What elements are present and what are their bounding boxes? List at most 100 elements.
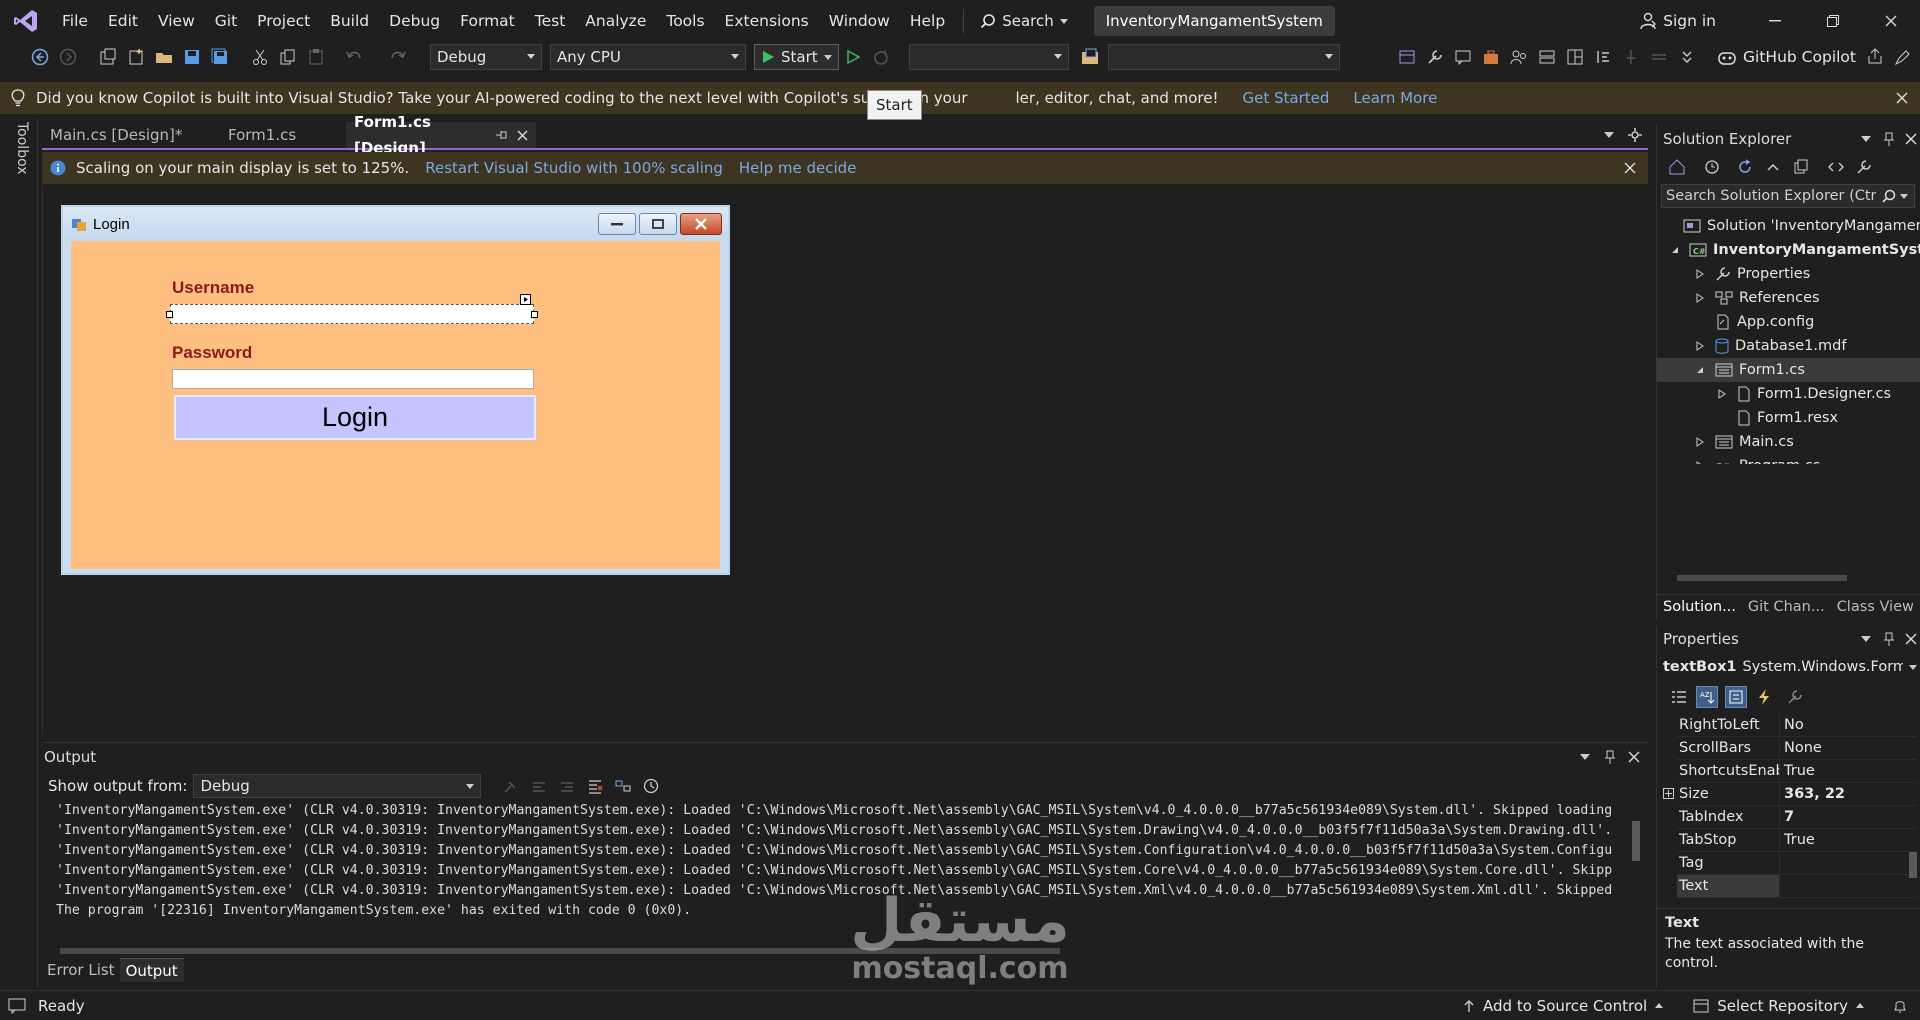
menu-format[interactable]: Format bbox=[450, 6, 525, 36]
events-lightning-icon[interactable] bbox=[1753, 686, 1775, 708]
sync-icon[interactable] bbox=[1734, 156, 1756, 178]
collapsed-arrow-icon[interactable] bbox=[1715, 387, 1729, 401]
menu-window[interactable]: Window bbox=[819, 6, 900, 36]
paste-icon[interactable] bbox=[305, 46, 327, 68]
undo-icon[interactable] bbox=[343, 46, 365, 68]
collapsed-arrow-icon[interactable] bbox=[1693, 435, 1707, 449]
server-icon[interactable] bbox=[1536, 46, 1558, 68]
tree-item-form1-cs[interactable]: Form1.cs bbox=[1657, 358, 1920, 382]
save-all-icon[interactable] bbox=[209, 46, 231, 68]
target-select[interactable] bbox=[1107, 44, 1340, 70]
tab-solution-explorer[interactable]: Solution... bbox=[1657, 599, 1742, 615]
close-window-button[interactable] bbox=[1862, 0, 1920, 42]
settings-gear-icon[interactable] bbox=[1628, 128, 1642, 142]
close-infobar-icon[interactable] bbox=[1896, 92, 1908, 104]
solution-search-box[interactable]: Search Solution Explorer (Ctrl+ bbox=[1661, 184, 1915, 208]
property-row-selected[interactable]: Text bbox=[1677, 875, 1917, 898]
visual-studio-logo-icon[interactable] bbox=[0, 0, 52, 42]
menu-help[interactable]: Help bbox=[900, 6, 955, 36]
toolbox-icon[interactable] bbox=[1480, 46, 1502, 68]
tree-item-project[interactable]: C# InventoryMangamentSyste bbox=[1657, 238, 1920, 262]
tab-main-design[interactable]: Main.cs [Design]* bbox=[42, 122, 218, 148]
team-icon[interactable] bbox=[1508, 46, 1530, 68]
menu-project[interactable]: Project bbox=[247, 6, 320, 36]
get-started-link[interactable]: Get Started bbox=[1243, 89, 1330, 107]
tab-output[interactable]: Output bbox=[119, 958, 184, 982]
tree-item-program-cs[interactable]: C# Program.cs bbox=[1657, 454, 1920, 464]
property-row[interactable]: TabIndex 7 bbox=[1677, 806, 1917, 829]
tree-item-solution[interactable]: Solution 'InventoryMangamentS bbox=[1657, 214, 1920, 238]
restore-button[interactable] bbox=[1804, 0, 1862, 42]
view-code-icon[interactable] bbox=[1825, 156, 1847, 178]
login-button[interactable]: Login bbox=[174, 395, 536, 440]
tab-overflow-icon[interactable] bbox=[1604, 132, 1614, 138]
output-close-icon[interactable] bbox=[1628, 751, 1640, 763]
menu-file[interactable]: File bbox=[52, 6, 98, 36]
se-dropdown-icon[interactable] bbox=[1861, 136, 1871, 142]
browse-icon[interactable] bbox=[1079, 46, 1101, 68]
username-textbox[interactable] bbox=[170, 304, 534, 324]
notification-bell-icon[interactable] bbox=[1892, 998, 1908, 1014]
property-value[interactable]: None bbox=[1780, 737, 1822, 759]
tab-git-changes[interactable]: Git Chan... bbox=[1742, 599, 1831, 615]
show-all-files-icon[interactable] bbox=[1790, 156, 1812, 178]
open-folder-icon[interactable] bbox=[153, 46, 175, 68]
previous-message-icon[interactable] bbox=[528, 775, 550, 797]
props-close-icon[interactable] bbox=[1905, 633, 1917, 645]
tree-item-database[interactable]: Database1.mdf bbox=[1657, 334, 1920, 358]
expanded-arrow-icon[interactable] bbox=[1671, 243, 1679, 257]
categorized-icon[interactable] bbox=[1668, 686, 1690, 708]
output-pin-icon[interactable] bbox=[1604, 750, 1616, 764]
menu-view[interactable]: View bbox=[148, 6, 205, 36]
search-button[interactable]: Search bbox=[972, 6, 1076, 36]
output-vertical-scrollbar[interactable] bbox=[1630, 805, 1642, 925]
property-row[interactable]: Size 363, 22 bbox=[1677, 783, 1917, 806]
tree-item-properties[interactable]: Properties bbox=[1657, 262, 1920, 286]
restart-scaling-link[interactable]: Restart Visual Studio with 100% scaling bbox=[425, 159, 723, 177]
expanded-arrow-icon[interactable] bbox=[1693, 363, 1707, 377]
menu-build[interactable]: Build bbox=[320, 6, 379, 36]
spacing-icon[interactable] bbox=[1648, 46, 1670, 68]
close-tab-icon[interactable] bbox=[517, 130, 528, 141]
layout-icon[interactable] bbox=[1396, 46, 1418, 68]
wrench-icon[interactable] bbox=[1424, 46, 1446, 68]
word-wrap-icon[interactable] bbox=[612, 775, 634, 797]
props-pin-icon[interactable] bbox=[1883, 632, 1895, 646]
window-layout-icon[interactable] bbox=[1564, 46, 1586, 68]
tab-form1-cs[interactable]: Form1.cs bbox=[220, 122, 346, 148]
collapsed-arrow-icon[interactable] bbox=[1693, 339, 1707, 353]
alphabetical-icon[interactable]: AZ bbox=[1696, 686, 1718, 708]
property-pages-icon[interactable] bbox=[1784, 686, 1806, 708]
menu-debug[interactable]: Debug bbox=[379, 6, 450, 36]
se-horizontal-scrollbar[interactable] bbox=[1661, 572, 1917, 584]
se-close-icon[interactable] bbox=[1905, 133, 1917, 145]
tree-item-form1-resx[interactable]: Form1.resx bbox=[1657, 406, 1920, 430]
start-without-debugging-icon[interactable] bbox=[842, 46, 864, 68]
property-row[interactable]: ScrollBars None bbox=[1677, 737, 1917, 760]
sign-in-button[interactable]: Sign in bbox=[1639, 12, 1716, 30]
start-button[interactable]: Start bbox=[754, 44, 839, 70]
new-project-icon[interactable] bbox=[97, 46, 119, 68]
find-message-icon[interactable] bbox=[500, 775, 522, 797]
menu-analyze[interactable]: Analyze bbox=[575, 6, 656, 36]
tree-item-main-cs[interactable]: Main.cs bbox=[1657, 430, 1920, 454]
output-horizontal-scrollbar[interactable] bbox=[42, 945, 1622, 957]
expand-size-icon[interactable] bbox=[1663, 788, 1674, 799]
property-row[interactable]: Tag bbox=[1677, 852, 1917, 875]
startup-item-select[interactable] bbox=[908, 44, 1069, 70]
clock-icon[interactable] bbox=[640, 775, 662, 797]
property-value[interactable]: 7 bbox=[1780, 806, 1794, 828]
output-dropdown-icon[interactable] bbox=[1580, 754, 1590, 760]
home-switch-icon[interactable] bbox=[1666, 156, 1688, 178]
align-icon[interactable] bbox=[1592, 46, 1614, 68]
clear-all-icon[interactable] bbox=[584, 775, 606, 797]
save-icon[interactable] bbox=[181, 46, 203, 68]
cut-icon[interactable] bbox=[249, 46, 271, 68]
output-source-select[interactable]: Debug bbox=[193, 774, 482, 798]
object-selector[interactable]: textBox1 System.Windows.Forms bbox=[1663, 656, 1917, 678]
help-me-decide-link[interactable]: Help me decide bbox=[739, 159, 857, 177]
smart-tag-icon[interactable] bbox=[520, 294, 531, 305]
se-pin-icon[interactable] bbox=[1883, 132, 1895, 146]
property-value[interactable]: 363, 22 bbox=[1780, 783, 1845, 805]
learn-more-link[interactable]: Learn More bbox=[1353, 89, 1437, 107]
